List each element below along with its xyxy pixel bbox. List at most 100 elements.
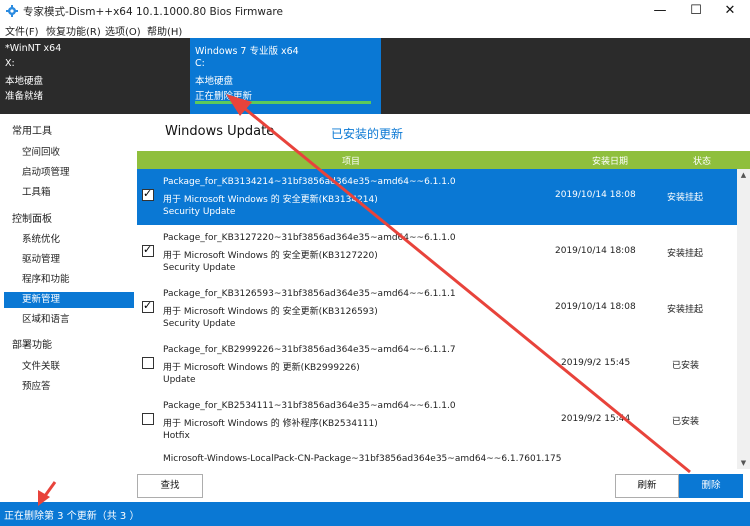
sidebar-item-label: 程序和功能 — [22, 274, 70, 285]
column-item[interactable]: 项目 — [342, 154, 360, 167]
row-package: Package_for_KB3134214~31bf3856ad364e35~a… — [163, 177, 456, 187]
sidebar-item-label: 文件关联 — [22, 361, 61, 372]
sidebar-item-driver-manager[interactable]: 驱动管理 — [4, 252, 134, 268]
sidebar-item-label: 系统优化 — [22, 234, 61, 245]
row-type: Security Update — [163, 207, 236, 217]
refresh-button[interactable]: 刷新 — [615, 474, 679, 498]
update-row[interactable]: Package_for_KB3126593~31bf3856ad364e35~a… — [137, 281, 737, 337]
sidebar: 常用工具 空间回收 启动项管理 工具箱 控制面板 系统优化 驱动管理 程序和功能… — [0, 114, 138, 502]
row-package: Package_for_KB2999226~31bf3856ad364e35~a… — [163, 345, 456, 355]
row-package: Package_for_KB3127220~31bf3856ad364e35~a… — [163, 233, 456, 243]
session-progress-bar — [195, 101, 371, 104]
row-status: 已安装 — [672, 361, 700, 371]
update-row[interactable]: Package_for_KB2999226~31bf3856ad364e35~a… — [137, 337, 737, 393]
session-name: *WinNT x64 — [5, 43, 62, 54]
row-description: 用于 Microsoft Windows 的 修补程序(KB2534111) — [163, 419, 378, 429]
column-status[interactable]: 状态 — [693, 154, 711, 167]
row-install-date: 2019/10/14 18:08 — [555, 190, 636, 200]
session-winnt[interactable]: *WinNT x64 X: 本地硬盘 准备就绪 — [0, 38, 190, 114]
row-status: 已安装 — [672, 417, 700, 427]
close-button[interactable]: ✕ — [712, 0, 748, 22]
update-row[interactable]: Package_for_KB3134214~31bf3856ad364e35~a… — [137, 169, 737, 225]
row-description: 用于 Microsoft Windows 的 安全更新(KB3127220) — [163, 251, 378, 261]
sidebar-item-answer-file[interactable]: 预应答 — [4, 379, 134, 395]
update-row[interactable]: Package_for_KB2534111~31bf3856ad364e35~a… — [137, 393, 737, 449]
sidebar-item-label: 更新管理 — [22, 294, 61, 305]
session-name: Windows 7 专业版 x64 — [195, 46, 299, 57]
tab-windows-update[interactable]: Windows Update — [165, 124, 274, 139]
row-description: 用于 Microsoft Windows 的 安全更新(KB3126593) — [163, 307, 378, 317]
tab-installed-updates[interactable]: 已安装的更新 — [331, 125, 403, 142]
sidebar-item-label: 区域和语言 — [22, 314, 70, 325]
sidebar-item-label: 驱动管理 — [22, 254, 61, 265]
session-disk: 本地硬盘 — [5, 76, 44, 87]
maximize-button[interactable]: ☐ — [678, 0, 714, 22]
row-type: Hotfix — [163, 431, 190, 441]
sidebar-item-programs[interactable]: 程序和功能 — [4, 272, 134, 288]
sidebar-item-system-optimize[interactable]: 系统优化 — [4, 232, 134, 248]
session-progress-fill — [195, 101, 371, 104]
menu-bar: 文件(F) 恢复功能(R) 选项(O) 帮助(H) — [0, 22, 750, 38]
update-row[interactable]: Package_for_KB3127220~31bf3856ad364e35~a… — [137, 225, 737, 281]
session-drive: X: — [5, 58, 15, 69]
row-type: Security Update — [163, 263, 236, 273]
update-list: Package_for_KB3134214~31bf3856ad364e35~a… — [137, 169, 737, 469]
menu-file[interactable]: 文件(F) — [5, 23, 39, 38]
title-bar: 专家模式-Dism++x64 10.1.1000.80 Bios Firmwar… — [0, 0, 750, 22]
row-status: 安装挂起 — [667, 305, 704, 315]
sidebar-item-toolbox[interactable]: 工具箱 — [4, 185, 134, 201]
sidebar-item-region-language[interactable]: 区域和语言 — [4, 312, 134, 328]
menu-options[interactable]: 选项(O) — [105, 23, 141, 38]
row-checkbox[interactable] — [142, 357, 154, 369]
session-windows7[interactable]: Windows 7 专业版 x64 C: 本地硬盘 正在删除更新 — [190, 38, 381, 114]
sidebar-group-control-panel: 控制面板 — [12, 214, 52, 225]
sidebar-item-label: 空间回收 — [22, 147, 61, 158]
column-install-date[interactable]: 安装日期 — [592, 154, 628, 167]
sidebar-item-update-manager[interactable]: 更新管理 — [4, 292, 134, 308]
main-panel: Windows Update 已安装的更新 项目 安装日期 状态 Package… — [137, 114, 750, 502]
sidebar-item-startup-manager[interactable]: 启动项管理 — [4, 165, 134, 181]
row-checkbox[interactable] — [142, 413, 154, 425]
column-header: 项目 安装日期 状态 — [137, 151, 750, 169]
scroll-up-arrow-icon[interactable]: ▲ — [737, 169, 750, 181]
status-text: 正在删除第 3 个更新（共 3 ） — [4, 511, 140, 522]
row-description: 用于 Microsoft Windows 的 安全更新(KB3134214) — [163, 195, 378, 205]
row-status: 安装挂起 — [667, 249, 704, 259]
session-bar: *WinNT x64 X: 本地硬盘 准备就绪 Windows 7 专业版 x6… — [0, 38, 750, 114]
sidebar-item-label: 预应答 — [22, 381, 51, 392]
row-package: Package_for_KB3126593~31bf3856ad364e35~a… — [163, 289, 456, 299]
menu-help[interactable]: 帮助(H) — [147, 23, 182, 38]
row-install-date: 2019/9/2 15:45 — [561, 358, 631, 368]
app-gear-icon — [6, 5, 18, 17]
list-scrollbar[interactable]: ▲ ▼ — [737, 169, 750, 469]
sidebar-item-file-association[interactable]: 文件关联 — [4, 359, 134, 375]
minimize-button[interactable]: — — [642, 0, 678, 22]
sidebar-group-common-tools: 常用工具 — [12, 126, 52, 137]
update-row[interactable]: Microsoft-Windows-LocalPack-CN-Package~3… — [137, 449, 737, 469]
row-type: Security Update — [163, 319, 236, 329]
row-install-date: 2019/10/14 18:08 — [555, 246, 636, 256]
session-drive: C: — [195, 58, 205, 69]
window-title: 专家模式-Dism++x64 10.1.1000.80 Bios Firmwar… — [23, 6, 283, 18]
row-checkbox[interactable] — [142, 243, 154, 257]
row-install-date: 2019/10/14 18:08 — [555, 302, 636, 312]
status-bar: 正在删除第 3 个更新（共 3 ） — [0, 502, 750, 526]
menu-recovery[interactable]: 恢复功能(R) — [46, 23, 101, 38]
row-checkbox[interactable] — [142, 299, 154, 313]
row-type: Update — [163, 375, 196, 385]
row-package: Microsoft-Windows-LocalPack-CN-Package~3… — [163, 454, 562, 464]
scroll-down-arrow-icon[interactable]: ▼ — [737, 457, 750, 469]
sidebar-item-label: 启动项管理 — [22, 167, 70, 178]
sidebar-item-space-cleanup[interactable]: 空间回收 — [4, 145, 134, 161]
session-status: 准备就绪 — [5, 91, 44, 102]
delete-button[interactable]: 删除 — [679, 474, 743, 498]
find-button[interactable]: 查找 — [137, 474, 203, 498]
session-status: 正在删除更新 — [195, 91, 253, 102]
row-checkbox[interactable] — [142, 187, 154, 201]
row-status: 安装挂起 — [667, 193, 704, 203]
sidebar-group-deployment: 部署功能 — [12, 340, 52, 351]
row-description: 用于 Microsoft Windows 的 更新(KB2999226) — [163, 363, 360, 373]
session-disk: 本地硬盘 — [195, 76, 234, 87]
sidebar-item-label: 工具箱 — [22, 187, 51, 198]
row-package: Package_for_KB2534111~31bf3856ad364e35~a… — [163, 401, 456, 411]
